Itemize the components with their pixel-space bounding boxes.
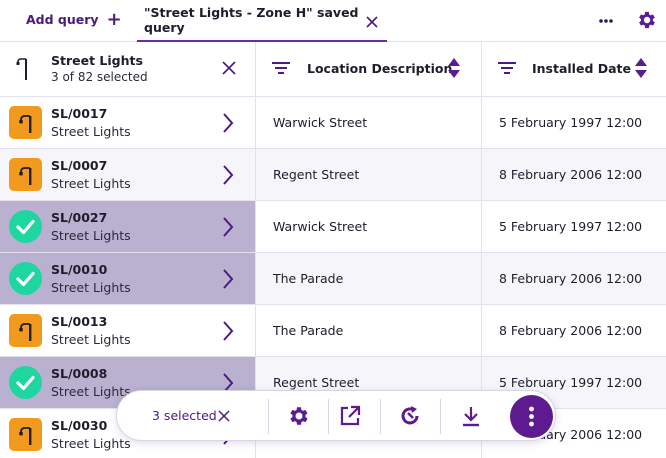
location-cell: Regent Street bbox=[256, 149, 482, 200]
asset-cell[interactable]: SL/0017 Street Lights bbox=[0, 97, 256, 148]
installed-cell: 5 February 1997 12:00 bbox=[482, 201, 666, 252]
clear-selection-icon[interactable] bbox=[218, 410, 230, 422]
location-cell: Warwick Street bbox=[256, 201, 482, 252]
location-text: The Parade bbox=[273, 323, 344, 338]
asset-id: SL/0030 bbox=[51, 418, 108, 433]
table-row[interactable]: SL/0013 Street Lights The Parade 8 February… bbox=[0, 305, 666, 357]
chevron-right-icon[interactable] bbox=[221, 320, 235, 342]
installed-cell: 8 February 2006 12:00 bbox=[482, 149, 666, 200]
selection-summary: 3 of 82 selected bbox=[51, 70, 148, 84]
open-external-icon[interactable] bbox=[338, 404, 362, 428]
installed-text: 8 February 2006 12:00 bbox=[499, 167, 643, 182]
asset-id: SL/0007 bbox=[51, 158, 108, 173]
asset-type: Street Lights bbox=[51, 176, 131, 191]
top-toolbar: Add query + "Street Lights - Zone H" sav… bbox=[0, 0, 666, 42]
asset-id: SL/0008 bbox=[51, 366, 108, 381]
grid-header: Street Lights 3 of 82 selected Location … bbox=[0, 42, 666, 97]
plus-icon: + bbox=[106, 8, 122, 30]
asset-id: SL/0027 bbox=[51, 210, 108, 225]
asset-id: SL/0017 bbox=[51, 106, 108, 121]
street-light-icon[interactable] bbox=[9, 314, 42, 347]
chevron-right-icon[interactable] bbox=[221, 164, 235, 186]
street-light-icon bbox=[16, 58, 27, 80]
column-title: Installed Date bbox=[532, 61, 632, 76]
selection-action-bar: 3 selected bbox=[116, 390, 556, 441]
installed-text: 5 February 1997 12:00 bbox=[499, 219, 643, 234]
checkmark-icon[interactable] bbox=[9, 262, 42, 295]
chevron-right-icon[interactable] bbox=[221, 268, 235, 290]
gear-icon[interactable] bbox=[636, 9, 658, 31]
location-text: Warwick Street bbox=[273, 115, 368, 130]
column-header-location[interactable]: Location Description bbox=[256, 42, 482, 97]
divider bbox=[328, 399, 329, 434]
more-horizontal-icon[interactable] bbox=[596, 13, 616, 29]
asset-id: SL/0013 bbox=[51, 314, 108, 329]
tab-saved-query[interactable]: "Street Lights - Zone H" saved query bbox=[137, 0, 387, 42]
filter-icon[interactable] bbox=[497, 60, 517, 76]
installed-cell: 8 February 2006 12:00 bbox=[482, 305, 666, 356]
asset-id: SL/0010 bbox=[51, 262, 108, 277]
asset-type: Street Lights bbox=[51, 228, 131, 243]
location-text: Warwick Street bbox=[273, 219, 368, 234]
settings-icon[interactable] bbox=[287, 404, 311, 428]
divider bbox=[268, 399, 269, 434]
installed-text: 8 February 2006 12:00 bbox=[499, 323, 643, 338]
installed-cell: 5 February 1997 12:00 bbox=[482, 97, 666, 148]
asset-cell[interactable]: SL/0013 Street Lights bbox=[0, 305, 256, 356]
checkmark-icon[interactable] bbox=[9, 210, 42, 243]
location-cell: The Parade bbox=[256, 253, 482, 304]
table-row[interactable]: SL/0007 Street Lights Regent Street 8 Febru… bbox=[0, 149, 666, 201]
location-cell: The Parade bbox=[256, 305, 482, 356]
installed-text: 5 February 1997 12:00 bbox=[499, 375, 643, 390]
close-icon[interactable] bbox=[365, 15, 379, 29]
location-text: Regent Street bbox=[273, 167, 360, 182]
street-light-icon[interactable] bbox=[9, 418, 42, 451]
asset-cell[interactable]: SL/0027 Street Lights bbox=[0, 201, 256, 252]
location-text: Regent Street bbox=[273, 375, 360, 390]
selected-count: 3 selected bbox=[152, 408, 217, 423]
more-vertical-icon bbox=[529, 406, 534, 427]
divider bbox=[440, 399, 441, 434]
checkmark-icon[interactable] bbox=[9, 366, 42, 399]
sort-icon[interactable] bbox=[447, 56, 461, 80]
layer-header-cell: Street Lights 3 of 82 selected bbox=[0, 42, 256, 97]
column-header-installed[interactable]: Installed Date bbox=[482, 42, 666, 97]
installed-text: 5 February 1997 12:00 bbox=[499, 115, 643, 130]
asset-cell[interactable]: SL/0007 Street Lights bbox=[0, 149, 256, 200]
installed-cell: 8 February 2006 12:00 bbox=[482, 253, 666, 304]
table-row[interactable]: SL/0010 Street Lights The Parade 8 February… bbox=[0, 253, 666, 305]
clear-selection-icon[interactable] bbox=[221, 60, 237, 76]
add-query-label: Add query bbox=[26, 12, 99, 27]
asset-type: Street Lights bbox=[51, 280, 131, 295]
layer-title: Street Lights bbox=[51, 53, 143, 68]
sort-icon[interactable] bbox=[634, 56, 648, 80]
more-actions-button[interactable] bbox=[510, 395, 553, 438]
table-row[interactable]: SL/0017 Street Lights Warwick Street 5 Febr… bbox=[0, 97, 666, 149]
refresh-icon[interactable] bbox=[398, 404, 422, 428]
column-title: Location Description bbox=[307, 61, 453, 76]
chevron-right-icon[interactable] bbox=[221, 216, 235, 238]
asset-type: Street Lights bbox=[51, 436, 131, 451]
filter-icon[interactable] bbox=[271, 60, 291, 76]
chevron-right-icon[interactable] bbox=[221, 112, 235, 134]
street-light-icon[interactable] bbox=[9, 158, 42, 191]
download-icon[interactable] bbox=[459, 404, 483, 428]
location-text: The Parade bbox=[273, 271, 344, 286]
asset-type: Street Lights bbox=[51, 384, 131, 399]
location-cell: Warwick Street bbox=[256, 97, 482, 148]
divider bbox=[380, 399, 381, 434]
add-query-button[interactable]: Add query + bbox=[26, 8, 122, 30]
asset-type: Street Lights bbox=[51, 124, 131, 139]
table-row[interactable]: SL/0027 Street Lights Warwick Street 5 Febr… bbox=[0, 201, 666, 253]
street-light-icon[interactable] bbox=[9, 106, 42, 139]
asset-cell[interactable]: SL/0010 Street Lights bbox=[0, 253, 256, 304]
tab-label: "Street Lights - Zone H" saved query bbox=[144, 5, 359, 35]
installed-text: 8 February 2006 12:00 bbox=[499, 271, 643, 286]
asset-type: Street Lights bbox=[51, 332, 131, 347]
